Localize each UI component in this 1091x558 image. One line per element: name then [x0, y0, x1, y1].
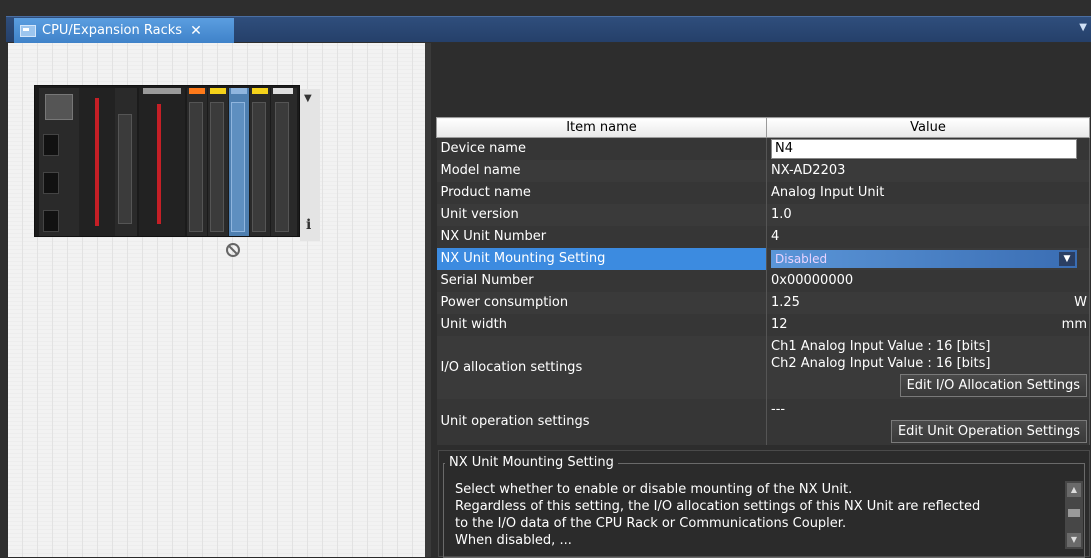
cpu-body[interactable] [79, 88, 115, 236]
nx-unit-selected[interactable] [229, 88, 249, 236]
row-label: I/O allocation settings [436, 335, 767, 399]
io-line-1: Ch1 Analog Input Value : 16 [bits] [771, 338, 991, 354]
row-value: NX-AD2203 [766, 159, 1090, 182]
unit-label: mm [1061, 316, 1087, 332]
edit-io-allocation-button[interactable]: Edit I/O Allocation Settings [899, 373, 1087, 397]
row-label: Unit version [436, 203, 767, 226]
row-label: Model name [436, 159, 767, 182]
power-unit[interactable] [115, 88, 137, 236]
help-line: to the I/O data of the CPU Rack or Commu… [455, 516, 847, 531]
help-line: Select whether to enable or disable moun… [455, 482, 853, 497]
table-row: NX Unit Number 4 [436, 225, 1090, 248]
column-header-value: Value [766, 117, 1090, 138]
io-line-2: Ch2 Analog Input Value : 16 [bits] [771, 355, 991, 371]
info-icon[interactable]: i [306, 217, 311, 233]
help-panel: NX Unit Mounting Setting Select whether … [438, 450, 1090, 558]
row-value: 12 [771, 317, 788, 332]
unit-label: W [1074, 294, 1087, 310]
disabled-unit-icon [226, 243, 240, 257]
table-row: Device name [436, 137, 1090, 160]
help-line: When disabled, ... [455, 533, 572, 548]
chevron-down-icon[interactable]: ▼ [1067, 533, 1081, 547]
table-row-selected[interactable]: NX Unit Mounting Setting Disabled ▼ [436, 247, 1090, 270]
properties-table: Item name Value Device name Model name N… [436, 117, 1090, 445]
row-value: 1.0 [766, 203, 1090, 226]
rack-graphic[interactable] [34, 85, 300, 237]
row-value: 1.25 [771, 295, 800, 310]
table-row: Unit operation settings --- Edit Unit Op… [436, 398, 1090, 445]
row-label: Unit operation settings [436, 398, 767, 445]
value-cell [766, 137, 1090, 160]
scroll-thumb[interactable] [1068, 509, 1080, 517]
table-row: Power consumption 1.25 W [436, 291, 1090, 314]
chevron-down-icon[interactable]: ▼ [1059, 251, 1075, 266]
tab-menu-icon[interactable]: ▼ [1079, 22, 1087, 33]
device-name-input[interactable] [771, 138, 1077, 159]
chevron-down-icon[interactable]: ▼ [304, 93, 312, 104]
value-cell: Disabled ▼ [766, 247, 1090, 270]
help-scrollbar[interactable]: ▲ ▼ [1065, 481, 1083, 549]
dropdown-value: Disabled [775, 251, 828, 266]
rack-icon [20, 24, 36, 37]
table-row: Model name NX-AD2203 [436, 159, 1090, 182]
window: CPU/Expansion Racks ✕ ▼ ▼ i Item name Va… [0, 0, 1091, 558]
column-header-item-name: Item name [436, 117, 767, 138]
table-row: I/O allocation settings Ch1 Analog Input… [436, 335, 1090, 399]
row-value: Analog Input Unit [766, 181, 1090, 204]
edit-unit-operation-button[interactable]: Edit Unit Operation Settings [890, 419, 1087, 443]
nx-unit-1[interactable] [187, 88, 207, 236]
row-label: Serial Number [436, 269, 767, 292]
row-label: Unit width [436, 313, 767, 336]
tab-cpu-expansion-racks[interactable]: CPU/Expansion Racks ✕ [14, 18, 234, 43]
row-label: NX Unit Mounting Setting [436, 247, 767, 270]
table-row: Unit version 1.0 [436, 203, 1090, 226]
value-cell: Ch1 Analog Input Value : 16 [bits] Ch2 A… [766, 335, 1090, 399]
chevron-up-icon[interactable]: ▲ [1067, 483, 1081, 497]
properties-pane: Item name Value Device name Model name N… [431, 43, 1091, 558]
end-cover[interactable] [271, 88, 297, 236]
help-text: Select whether to enable or disable moun… [455, 481, 1045, 555]
table-row: Unit width 12 mm [436, 313, 1090, 336]
row-value: 4 [766, 225, 1090, 248]
cpu-unit[interactable] [39, 88, 79, 236]
close-icon[interactable]: ✕ [190, 23, 202, 39]
tab-bar: CPU/Expansion Racks ✕ ▼ [6, 16, 1091, 43]
value-cell: 1.25 W [766, 291, 1090, 314]
nx-unit-4[interactable] [250, 88, 270, 236]
row-label: Device name [436, 137, 767, 160]
mounting-setting-dropdown[interactable]: Disabled ▼ [771, 249, 1077, 268]
row-label: NX Unit Number [436, 225, 767, 248]
value-cell: --- Edit Unit Operation Settings [766, 398, 1090, 445]
row-value: --- [771, 401, 786, 417]
tab-label: CPU/Expansion Racks [42, 23, 183, 38]
help-title: NX Unit Mounting Setting [445, 455, 618, 470]
coupler-unit[interactable] [139, 88, 185, 236]
row-label: Power consumption [436, 291, 767, 314]
help-line: Regardless of this setting, the I/O allo… [455, 499, 981, 514]
nx-unit-2[interactable] [208, 88, 228, 236]
row-value: 0x00000000 [766, 269, 1090, 292]
table-row: Serial Number 0x00000000 [436, 269, 1090, 292]
rack-editor-pane: ▼ i [8, 43, 425, 557]
value-cell: 12 mm [766, 313, 1090, 336]
table-row: Product name Analog Input Unit [436, 181, 1090, 204]
row-label: Product name [436, 181, 767, 204]
